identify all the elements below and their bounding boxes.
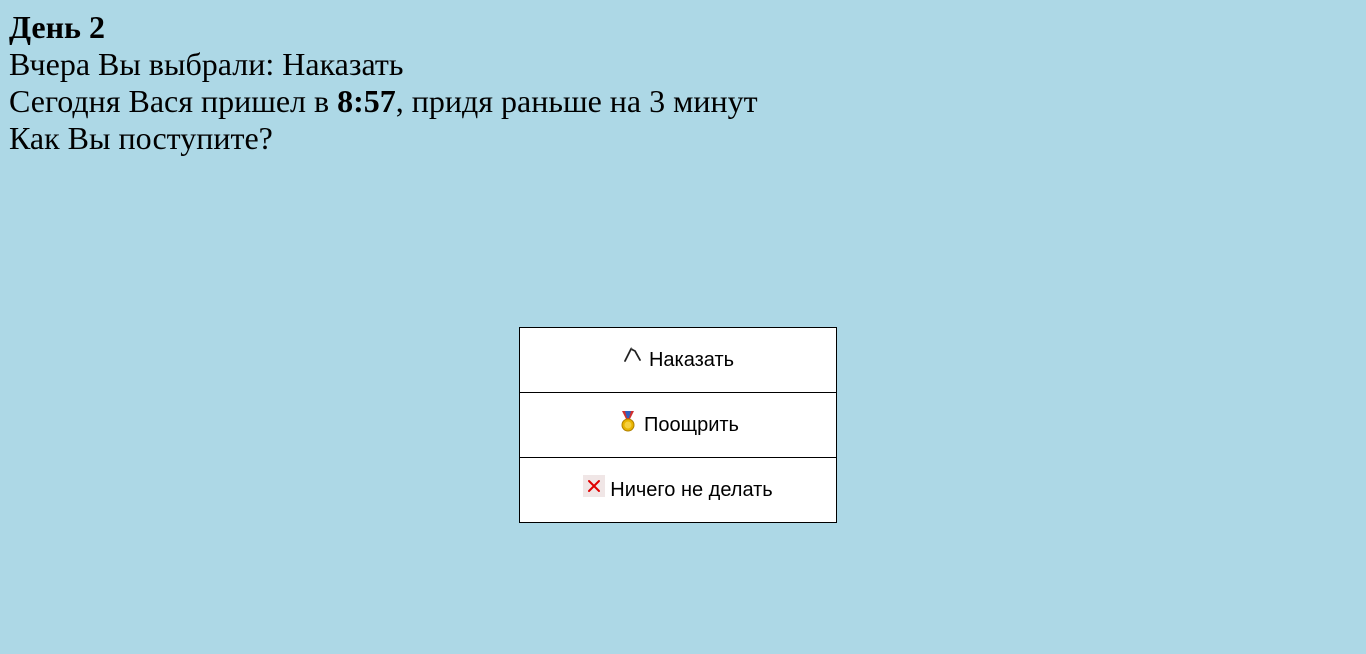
arrival-prefix: Сегодня Вася пришел в (9, 83, 338, 119)
day-title: День 2 (9, 9, 105, 45)
reward-button-label: Поощрить (644, 413, 739, 436)
reward-button[interactable]: Поощрить (519, 392, 837, 458)
arrival-text: Сегодня Вася пришел в 8:57, придя раньше… (9, 83, 758, 120)
arrival-suffix: , придя раньше на 3 минут (395, 83, 758, 119)
medal-icon (617, 410, 639, 432)
whip-icon (622, 345, 644, 367)
cross-icon (583, 475, 606, 497)
do-nothing-button-label: Ничего не делать (610, 478, 773, 501)
arrival-time: 8:57 (337, 83, 396, 119)
action-buttons: Наказать Поощрить Ничего не делать (519, 327, 837, 523)
do-nothing-button[interactable]: Ничего не делать (519, 457, 837, 523)
page: День 2 Вчера Вы выбрали: Наказать Сегодн… (0, 0, 1366, 654)
message-block: День 2 Вчера Вы выбрали: Наказать Сегодн… (9, 9, 758, 157)
yesterday-choice-text: Вчера Вы выбрали: Наказать (9, 46, 404, 82)
punish-button-label: Наказать (648, 348, 735, 371)
punish-button[interactable]: Наказать (519, 327, 837, 393)
question-text: Как Вы поступите? (9, 120, 273, 156)
